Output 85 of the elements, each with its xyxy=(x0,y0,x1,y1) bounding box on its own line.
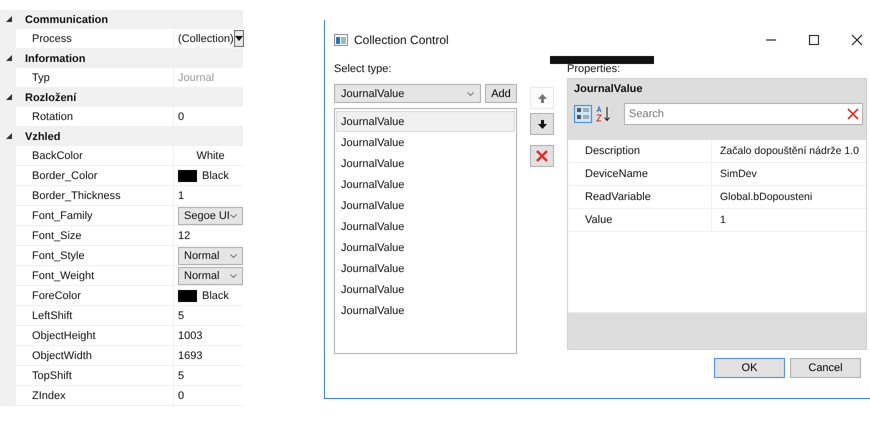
property-value: Začalo dopouštění nádrže 1.0 xyxy=(720,145,859,157)
collapse-triangle-icon[interactable] xyxy=(6,55,13,62)
property-value: 0 xyxy=(178,110,184,122)
dropdown[interactable]: Segoe UI xyxy=(178,206,243,224)
property-name: ReadVariable xyxy=(585,191,651,203)
category-label: Vzhled xyxy=(25,130,60,142)
property-name: ObjectWidth xyxy=(32,350,92,362)
list-item[interactable]: JournalValue xyxy=(336,132,515,153)
list-item[interactable]: JournalValue xyxy=(336,195,515,216)
property-name: Font_Family xyxy=(32,210,93,222)
property-value: Journal xyxy=(178,72,214,84)
property-value: Black xyxy=(202,290,229,302)
chevron-down-icon xyxy=(230,274,237,278)
window-icon xyxy=(334,34,348,46)
move-up-button[interactable] xyxy=(530,87,554,109)
list-item[interactable]: JournalValue xyxy=(336,237,515,258)
caret-icon xyxy=(234,36,243,41)
property-name: TopShift xyxy=(32,370,72,382)
property-value: 1003 xyxy=(178,330,202,342)
categorized-view-icon[interactable] xyxy=(574,105,592,123)
property-value: 5 xyxy=(178,310,184,322)
property-value: SimDev xyxy=(720,168,757,180)
category-label: Rozložení xyxy=(25,92,76,104)
property-name: ZIndex xyxy=(32,390,66,402)
property-name: ObjectHeight xyxy=(32,330,96,342)
list-item[interactable]: JournalValue xyxy=(336,111,515,132)
window-title: Collection Control xyxy=(354,33,449,47)
property-value: 0 xyxy=(178,390,184,402)
property-name: Font_Size xyxy=(32,230,82,242)
properties-label: Properties: xyxy=(567,62,622,77)
property-name: Border_Color xyxy=(32,170,98,182)
arrow-down-icon xyxy=(536,118,548,130)
property-name: Font_Weight xyxy=(32,270,94,282)
list-item[interactable]: JournalValue xyxy=(336,174,515,195)
collapse-triangle-icon[interactable] xyxy=(6,94,13,101)
property-value: Black xyxy=(202,170,229,182)
list-item[interactable]: JournalValue xyxy=(336,300,515,321)
collapse-triangle-icon[interactable] xyxy=(6,133,13,140)
chevron-down-icon xyxy=(230,214,237,218)
clear-icon[interactable] xyxy=(847,108,859,120)
ok-button[interactable]: OK xyxy=(714,358,785,378)
move-down-button[interactable] xyxy=(530,113,554,135)
sort-alphabetical-icon[interactable] xyxy=(595,105,613,123)
property-name: Border_Thickness xyxy=(32,190,121,202)
chevron-down-icon xyxy=(230,254,237,258)
property-name: Font_Style xyxy=(32,250,85,262)
close-icon[interactable] xyxy=(851,34,863,46)
property-name: Process xyxy=(32,32,72,44)
property-value: 12 xyxy=(178,230,190,242)
list-item[interactable]: JournalValue xyxy=(336,279,515,300)
property-name: ForeColor xyxy=(32,290,81,302)
dropdown-button[interactable] xyxy=(234,30,244,47)
property-value: 5 xyxy=(178,370,184,382)
delete-button[interactable] xyxy=(530,145,554,167)
list-item[interactable]: JournalValue xyxy=(336,216,515,237)
category-label: Information xyxy=(25,52,86,64)
select-type-label: Select type: xyxy=(334,62,392,77)
search-field[interactable]: Search xyxy=(624,103,863,125)
property-value: White xyxy=(195,150,226,162)
arrow-up-icon xyxy=(536,92,548,104)
property-name: Rotation xyxy=(32,110,73,122)
list-item[interactable]: JournalValue xyxy=(336,153,515,174)
maximize-icon[interactable] xyxy=(808,34,820,46)
delete-icon xyxy=(535,149,549,163)
property-value: 1 xyxy=(178,190,184,202)
collapse-triangle-icon[interactable] xyxy=(6,16,13,23)
property-name: DeviceName xyxy=(585,168,648,180)
list-item[interactable]: JournalValue xyxy=(336,258,515,279)
property-name: Value xyxy=(585,214,612,226)
add-button[interactable]: Add xyxy=(485,84,517,103)
dropdown[interactable]: Normal xyxy=(178,266,243,284)
property-name: BackColor xyxy=(32,150,83,162)
dropdown[interactable]: Normal xyxy=(178,246,243,264)
property-value: Global.bDopousteni xyxy=(720,191,812,203)
property-name: Description xyxy=(585,145,640,157)
cancel-button[interactable]: Cancel xyxy=(790,358,861,378)
type-dropdown[interactable]: JournalValue xyxy=(334,84,481,103)
chevron-down-icon xyxy=(467,92,474,96)
object-name: JournalValue xyxy=(574,83,644,95)
category-label: Communication xyxy=(25,14,108,26)
property-name: Typ xyxy=(32,72,50,84)
property-name: LeftShift xyxy=(32,310,72,322)
property-value: 1 xyxy=(720,214,726,226)
property-value: (Collection) xyxy=(178,32,234,44)
property-value: 1693 xyxy=(178,350,202,362)
